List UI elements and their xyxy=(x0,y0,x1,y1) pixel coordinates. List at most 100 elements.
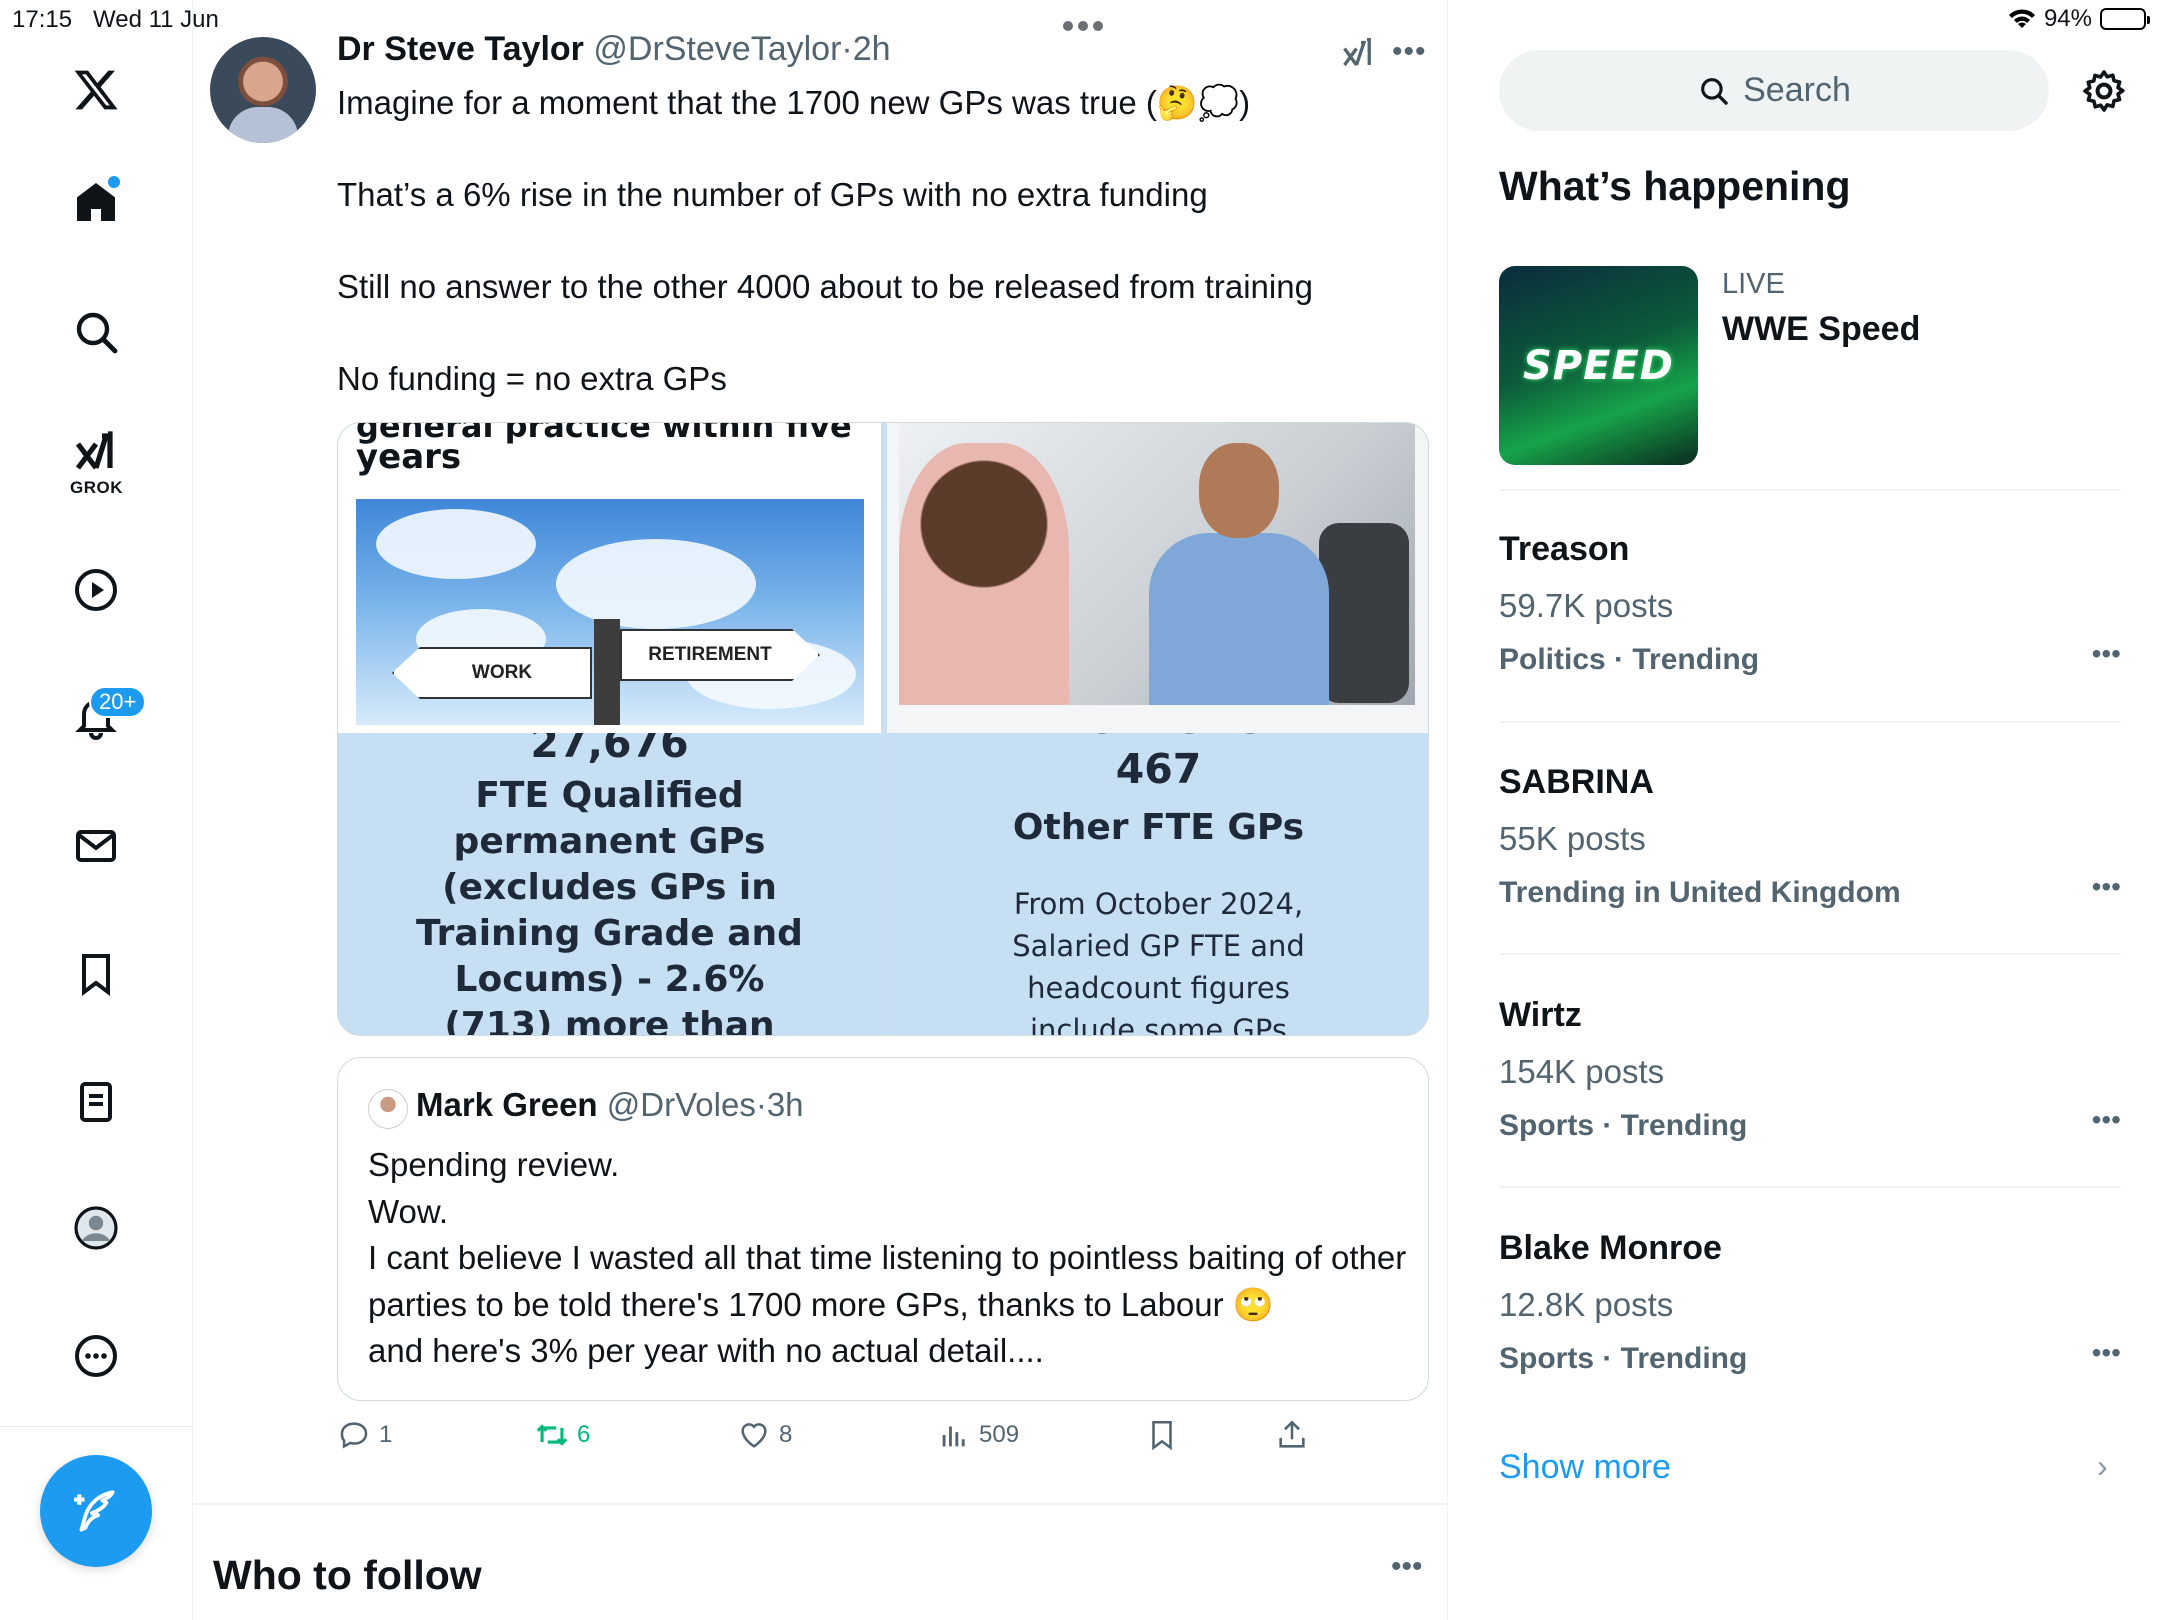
stat-number: 467 xyxy=(1115,745,1202,793)
trend-category: Trending in United Kingdom xyxy=(1499,876,1901,909)
view-count: 509 xyxy=(979,1421,1020,1448)
trend-item[interactable]: SABRINA 55K posts Trending in United Kin… xyxy=(1499,763,2121,910)
tweet-text: Imagine for a moment that the 1700 new G… xyxy=(337,84,1313,397)
live-event-thumbnail[interactable]: SPEED xyxy=(1499,266,1698,465)
share-button[interactable] xyxy=(1275,1418,1309,1452)
profile-avatar-icon[interactable] xyxy=(66,1198,126,1258)
quoted-time: 3h xyxy=(766,1086,804,1123)
sign-work: WORK xyxy=(392,647,592,699)
lists-icon[interactable] xyxy=(66,1072,126,1132)
status-right: 94% xyxy=(2008,5,2150,33)
trend-name: Blake Monroe xyxy=(1499,1229,1722,1267)
bookmark-icon xyxy=(1152,1420,1172,1451)
separator-dot: · xyxy=(755,1086,767,1123)
trend-posts: 154K posts xyxy=(1499,1053,1665,1090)
messages-mail-icon[interactable] xyxy=(66,816,126,876)
doctor-photo xyxy=(899,423,1415,705)
left-nav: GROK 20+ xyxy=(0,0,193,1620)
trend-posts: 55K posts xyxy=(1499,820,1646,857)
trend-divider xyxy=(1499,489,2121,491)
quoted-header: Mark Green @DrVoles·3h xyxy=(416,1086,804,1124)
trend-item[interactable]: Treason 59.7K posts Politics · Trending … xyxy=(1499,530,2121,677)
search-input[interactable]: Search xyxy=(1499,50,2049,131)
x-logo-icon[interactable] xyxy=(66,60,126,120)
compose-post-button[interactable] xyxy=(40,1455,152,1567)
whats-happening-heading: What’s happening xyxy=(1499,163,1851,209)
trend-item[interactable]: Blake Monroe 12.8K posts Sports · Trendi… xyxy=(1499,1229,2121,1376)
trend-divider xyxy=(1499,1186,2121,1188)
main-timeline: Dr Steve Taylor @DrSteveTaylor·2h ••• Im… xyxy=(194,0,1448,1620)
settings-gear-icon[interactable] xyxy=(2080,67,2128,115)
home-unread-dot xyxy=(108,176,120,188)
trend-item[interactable]: Wirtz 154K posts Sports · Trending ••• xyxy=(1499,996,2121,1143)
heart-icon xyxy=(741,1423,767,1448)
trend-category: Politics · Trending xyxy=(1499,643,1760,676)
grok-explain-icon[interactable] xyxy=(1340,35,1376,71)
nav-divider xyxy=(0,1426,193,1427)
stat-text: From October 2024, Salaried GP FTE and h… xyxy=(1012,887,1305,1036)
trend-category: Sports · Trending xyxy=(1499,1109,1748,1142)
quoted-author-name: Mark Green xyxy=(416,1086,598,1123)
trend-divider xyxy=(1499,953,2121,955)
reply-button[interactable]: 1 xyxy=(337,1418,392,1452)
trend-name: Wirtz xyxy=(1499,996,1582,1034)
stat-cut-heading: FOR GPs xyxy=(887,733,1428,744)
wwe-speed-logo: SPEED xyxy=(1523,342,1674,389)
battery-icon xyxy=(2100,8,2150,30)
media-image-stat-other[interactable]: FOR GPs 467 Other FTE GPs From October 2… xyxy=(887,733,1428,1036)
media-caption: years xyxy=(356,437,462,477)
author-handle[interactable]: @DrSteveTaylor xyxy=(593,30,841,68)
trend-more-icon[interactable]: ••• xyxy=(2092,1337,2121,1369)
bookmarks-icon[interactable] xyxy=(66,944,126,1004)
wifi-icon xyxy=(2008,9,2035,28)
trend-posts: 12.8K posts xyxy=(1499,1286,1674,1323)
bookmark-button[interactable] xyxy=(1145,1418,1179,1452)
repost-icon xyxy=(536,1424,568,1446)
trend-more-icon[interactable]: ••• xyxy=(2092,638,2121,670)
quoted-tweet[interactable]: Mark Green @DrVoles·3h Spending review. … xyxy=(337,1057,1429,1401)
share-upload-icon xyxy=(1279,1420,1305,1448)
grok-label: GROK xyxy=(70,478,123,497)
reply-icon xyxy=(340,1422,368,1449)
notifications-badge: 20+ xyxy=(89,686,147,718)
quoted-author-avatar xyxy=(368,1089,408,1129)
grok-icon[interactable] xyxy=(66,422,126,482)
media-image-stat-qualified[interactable]: 27,676 FTE Qualified permanent GPs (excl… xyxy=(338,733,881,1036)
show-more-link[interactable]: Show more xyxy=(1499,1448,1671,1487)
video-play-icon[interactable] xyxy=(66,560,126,620)
tweet-header: Dr Steve Taylor @DrSteveTaylor·2h xyxy=(337,30,891,69)
search-icon xyxy=(1701,77,1728,105)
trend-name: SABRINA xyxy=(1499,763,1654,801)
section-divider xyxy=(194,1503,1448,1505)
tweet-time[interactable]: 2h xyxy=(853,30,891,68)
views-button[interactable]: 509 xyxy=(937,1418,1019,1452)
author-name[interactable]: Dr Steve Taylor xyxy=(337,30,584,68)
trend-more-icon[interactable]: ••• xyxy=(2092,1104,2121,1136)
who-to-follow-more-icon[interactable]: ••• xyxy=(1391,1550,1423,1584)
stat-text: FTE Qualified permanent GPs (excludes GP… xyxy=(416,775,803,1036)
search-placeholder: Search xyxy=(1743,71,1851,109)
chevron-right-icon: › xyxy=(2097,1448,2108,1484)
live-event-title[interactable]: WWE Speed xyxy=(1722,310,1920,349)
media-image-doctor[interactable] xyxy=(887,423,1428,733)
trend-name: Treason xyxy=(1499,530,1630,568)
quoted-author-handle: @DrVoles xyxy=(606,1086,756,1123)
trend-more-icon[interactable]: ••• xyxy=(2092,871,2121,903)
tweet-actions: 1 6 8 509 xyxy=(337,1418,1429,1466)
live-label: LIVE xyxy=(1722,268,1785,300)
stat-number: 27,676 xyxy=(530,733,689,767)
stat-title: Other FTE GPs xyxy=(1012,807,1305,848)
more-options-icon[interactable] xyxy=(66,1326,126,1386)
explore-search-icon[interactable] xyxy=(66,302,126,362)
like-count: 8 xyxy=(779,1421,793,1448)
tweet-more-icon[interactable]: ••• xyxy=(1392,35,1427,69)
media-image-retirement[interactable]: general practice within five years WORK … xyxy=(338,423,881,733)
quoted-text: Spending review. Wow. I cant believe I w… xyxy=(368,1146,1407,1369)
author-avatar[interactable] xyxy=(210,37,316,143)
trend-divider xyxy=(1499,721,2121,723)
tweet-media-grid[interactable]: general practice within five years WORK … xyxy=(337,422,1429,1036)
repost-button[interactable]: 6 xyxy=(535,1418,590,1452)
reply-count: 1 xyxy=(379,1421,393,1448)
sign-retirement: RETIREMENT xyxy=(620,629,820,681)
like-button[interactable]: 8 xyxy=(737,1418,792,1452)
